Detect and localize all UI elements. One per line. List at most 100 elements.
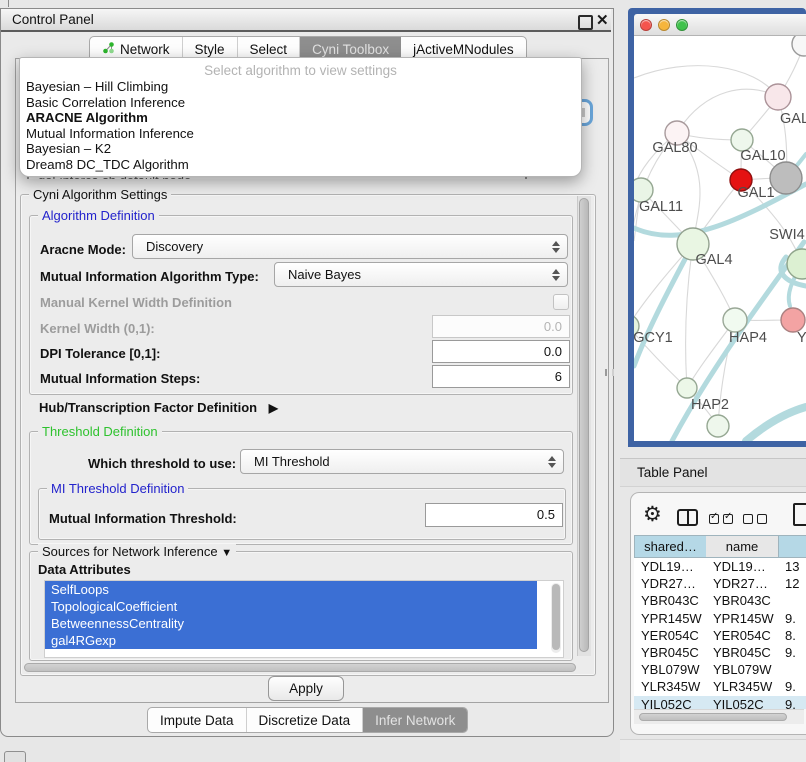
table-column-header[interactable] [778, 535, 806, 558]
aracne-mode-combo[interactable]: Discovery [132, 234, 568, 259]
aracne-mode-label: Aracne Mode: [40, 242, 126, 257]
table-row[interactable]: YDL19…YDL19…13 [634, 558, 806, 575]
mi-steps-field[interactable]: 6 [432, 365, 570, 388]
apply-button-label: Apply [289, 681, 323, 696]
table-cell: 9. [778, 696, 806, 710]
settings-vertical-thumb[interactable] [579, 198, 589, 652]
close-traffic-light-icon[interactable] [640, 19, 652, 31]
cyni-algorithm-settings-title: Cyni Algorithm Settings [29, 187, 171, 202]
algorithm-option[interactable]: Basic Correlation Inference [20, 95, 581, 111]
hub-tf-definition-row[interactable]: Hub/Transcription Factor Definition ▶ [39, 400, 278, 415]
panel-splitter-handle[interactable] [605, 369, 614, 376]
aracne-mode-value: Discovery [146, 239, 203, 254]
table-row[interactable]: YBR043CYBR043C [634, 592, 806, 609]
table-header-row[interactable]: shared…name [634, 535, 806, 558]
table-cell [778, 661, 806, 678]
node-label: SWI4 [769, 227, 804, 243]
settings-vertical-scrollbar[interactable] [577, 196, 591, 656]
algorithm-option[interactable]: Mutual Information Inference [20, 126, 581, 142]
chevron-down-icon[interactable]: ▼ [221, 547, 232, 559]
table-cell: YPR145W [706, 610, 778, 627]
mi-type-combo[interactable]: Naive Bayes [274, 262, 568, 287]
split-columns-icon[interactable] [677, 509, 698, 526]
table-row[interactable]: YBL079WYBL079W [634, 661, 806, 678]
table-cell: YBR043C [706, 592, 778, 609]
zoom-traffic-light-icon[interactable] [676, 19, 688, 31]
table-row[interactable]: YPR145WYPR145W9. [634, 610, 806, 627]
gear-icon[interactable]: ⚙ [643, 502, 662, 527]
dpi-tolerance-field[interactable]: 0.0 [432, 340, 570, 363]
node-label: GAL10 [740, 148, 785, 164]
data-attributes-list[interactable]: SelfLoopsTopologicalCoefficientBetweenne… [44, 580, 564, 658]
algorithm-dropdown[interactable]: Select algorithm to view settings Bayesi… [19, 57, 582, 177]
network-node[interactable] [765, 84, 791, 110]
select-all-icon[interactable] [709, 514, 733, 524]
mi-threshold-field[interactable]: 0.5 [425, 503, 563, 527]
table-cell: YBR045C [706, 644, 778, 661]
network-icon [102, 41, 115, 57]
table-row[interactable]: YDR27…YDR27…12 [634, 575, 806, 592]
network-node[interactable] [781, 308, 805, 332]
table-cell: 13 [778, 558, 806, 575]
table-panel-titlebar[interactable]: Table Panel [620, 458, 806, 487]
table-rows[interactable]: YDL19…YDL19…13YDR27…YDR27…12YBR043CYBR04… [634, 558, 806, 709]
table-cell: 12 [778, 575, 806, 592]
close-icon[interactable]: ✕ [596, 11, 609, 29]
table-cell: YDR27… [706, 575, 778, 592]
tab-discretize-data[interactable]: Discretize Data [247, 708, 364, 732]
node-label: HAP2 [691, 397, 729, 413]
table-scrollbar-thumb[interactable] [639, 713, 787, 721]
document-icon[interactable] [793, 503, 806, 526]
sources-group: Sources for Network Inference ▼ Data Att… [29, 551, 573, 661]
network-canvas[interactable]: GALGAL80GAL10GAL1GAL11SWI4GAL4GCY1HAP4YH… [634, 36, 806, 441]
network-node[interactable] [677, 378, 697, 398]
network-node[interactable] [707, 415, 729, 437]
manual-kernel-checkbox[interactable] [553, 294, 569, 310]
minimize-traffic-light-icon[interactable] [658, 19, 670, 31]
data-attribute-item[interactable]: BetweennessCentrality [45, 615, 537, 632]
table-panel: ⚙ shared…name YDL19…YDL19…13YDR27…YDR27…… [630, 492, 806, 735]
table-row[interactable]: YER054CYER054C8. [634, 627, 806, 644]
algorithm-option[interactable]: Dream8 DC_TDC Algorithm [20, 157, 581, 173]
data-attributes-label: Data Attributes [38, 562, 131, 577]
deselect-all-icon[interactable] [743, 514, 767, 524]
tab-infer-network[interactable]: Infer Network [363, 708, 467, 732]
list-scrollbar[interactable] [551, 583, 561, 653]
sources-title-row[interactable]: Sources for Network Inference ▼ [38, 544, 236, 559]
data-attribute-item[interactable]: TopologicalCoefficient [45, 598, 537, 615]
mi-type-label: Mutual Information Algorithm Type: [40, 269, 259, 284]
threshold-definition-group: Threshold Definition Which threshold to … [29, 431, 573, 545]
which-threshold-combo[interactable]: MI Threshold [240, 449, 564, 474]
network-node[interactable] [770, 162, 802, 194]
data-attribute-item[interactable]: SelfLoops [45, 581, 537, 598]
table-horizontal-scrollbar[interactable] [634, 709, 804, 724]
network-node[interactable] [792, 36, 806, 56]
table-cell: YDL19… [634, 558, 706, 575]
kernel-width-label: Kernel Width (0,1): [40, 321, 155, 336]
control-panel-titlebar[interactable]: Control Panel ✕ [1, 9, 611, 32]
tab-impute-data[interactable]: Impute Data [148, 708, 247, 732]
table-row[interactable]: YBR045CYBR045C9. [634, 644, 806, 661]
table-column-header[interactable]: shared… [634, 535, 706, 558]
collapsed-panel-button[interactable] [4, 751, 26, 762]
table-column-header[interactable]: name [706, 535, 778, 558]
combo-spinner-icon [552, 241, 560, 253]
table-row[interactable]: YIL052CYIL052C9. [634, 696, 806, 710]
data-attribute-item[interactable]: gal4RGexp [45, 632, 537, 649]
algorithm-option[interactable]: Bayesian – Hill Climbing [20, 79, 581, 95]
chevron-right-icon[interactable]: ▶ [269, 401, 278, 415]
apply-button[interactable]: Apply [268, 676, 344, 701]
table-cell: YDR27… [634, 575, 706, 592]
list-scrollbar-thumb[interactable] [552, 584, 560, 650]
network-window-titlebar[interactable] [634, 14, 806, 36]
float-window-icon[interactable] [578, 15, 593, 30]
kernel-width-field: 0.0 [432, 315, 570, 338]
network-node[interactable] [787, 249, 806, 279]
table-row[interactable]: YLR345WYLR345W9. [634, 678, 806, 695]
algorithm-option[interactable]: ARACNE Algorithm [20, 110, 581, 126]
network-node[interactable] [723, 308, 747, 332]
node-label: GAL11 [639, 199, 683, 215]
settings-horizontal-thumb[interactable] [24, 663, 576, 672]
table-cell: 9. [778, 644, 806, 661]
algorithm-option[interactable]: Bayesian – K2 [20, 141, 581, 157]
